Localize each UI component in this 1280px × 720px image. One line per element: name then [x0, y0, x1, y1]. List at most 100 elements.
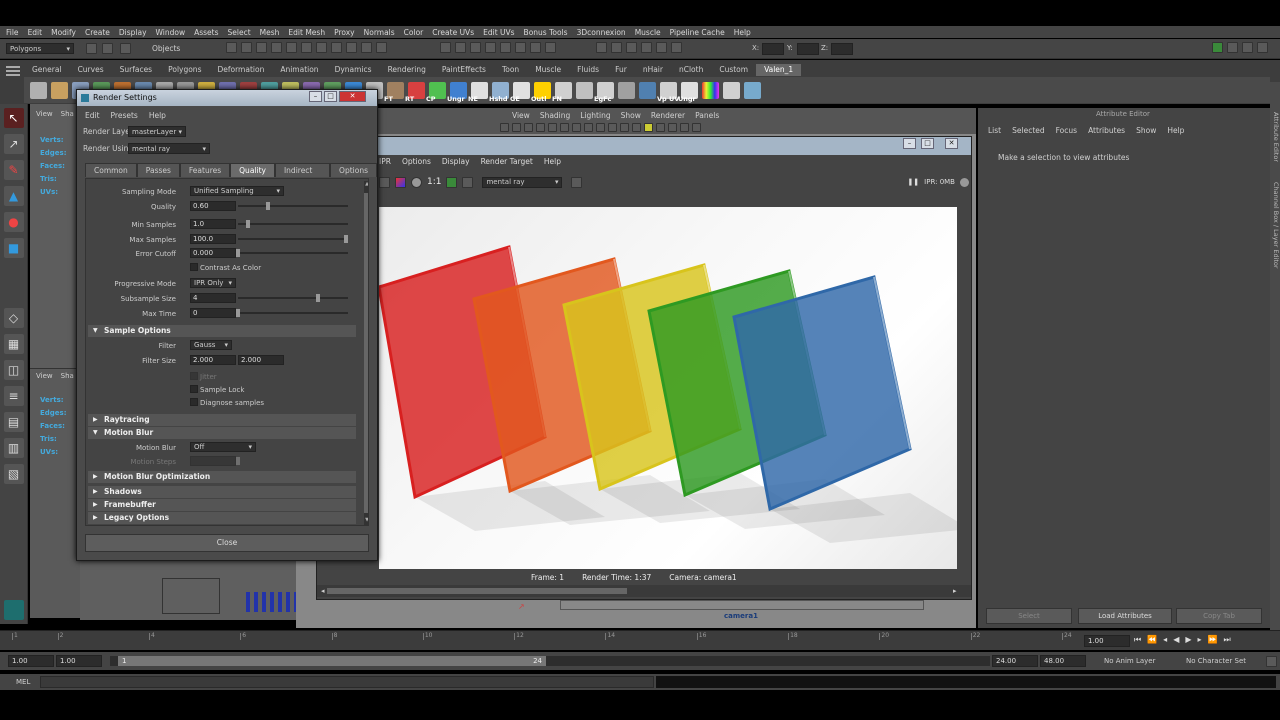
side-tab-channel-box[interactable]: Channel Box / Layer Editor	[1270, 182, 1280, 342]
lights-icon[interactable]	[596, 123, 605, 132]
mask-icon[interactable]	[331, 42, 342, 53]
ae-menu-attributes[interactable]: Attributes	[1088, 126, 1125, 135]
menu-select[interactable]: Select	[228, 28, 251, 37]
render-settings-scrollbar[interactable]: ▲ ▼	[364, 181, 368, 525]
legacy-options-section[interactable]: ▶ Legacy Options	[88, 512, 356, 524]
smooth-shade-icon[interactable]	[572, 123, 581, 132]
menu-edit-uvs[interactable]: Edit UVs	[483, 28, 514, 37]
go-to-end-icon[interactable]: ⏭	[1223, 635, 1230, 645]
shelf-tab-deformation[interactable]: Deformation	[209, 64, 272, 76]
mask-icon[interactable]	[346, 42, 357, 53]
tab-options[interactable]: Options	[330, 163, 377, 177]
step-forward-key-icon[interactable]: ⏩	[1208, 635, 1218, 645]
menu-file[interactable]: File	[6, 28, 19, 37]
jitter-checkbox[interactable]	[190, 372, 198, 380]
render-settings-icon[interactable]	[626, 42, 637, 53]
shelf-tool-icon[interactable]	[639, 81, 656, 99]
render-region-icon[interactable]	[379, 176, 390, 188]
menu-create-uvs[interactable]: Create UVs	[432, 28, 474, 37]
shelf-tab-nhair[interactable]: nHair	[635, 64, 671, 76]
anim-prefs-icon[interactable]	[1266, 656, 1277, 667]
shelf-tool-icon[interactable]: FN	[552, 81, 572, 103]
progressive-mode-dropdown[interactable]: IPR Only ▾	[190, 278, 236, 288]
tab-quality[interactable]: Quality	[230, 163, 275, 177]
error-cutoff-slider-handle[interactable]	[236, 249, 240, 257]
motion-blur-section[interactable]: ▼ Motion Blur	[88, 427, 356, 439]
viewport-menu-lighting[interactable]: Lighting	[580, 111, 610, 120]
render-settings-titlebar[interactable]: Render Settings – □ ✕	[77, 90, 377, 106]
viewport-menu-shading[interactable]: Sha	[61, 110, 74, 118]
remove-image-icon[interactable]	[462, 176, 474, 188]
viewport-menu-renderer[interactable]: Renderer	[651, 111, 685, 120]
shelf-tool-icon[interactable]	[576, 81, 593, 99]
subsample-size-slider[interactable]	[238, 297, 348, 299]
render-view-scrollbar[interactable]: ◂ ▸	[317, 585, 971, 597]
tab-common[interactable]: Common	[85, 163, 137, 177]
rs-menu-edit[interactable]: Edit	[85, 111, 100, 120]
menu-create[interactable]: Create	[85, 28, 110, 37]
max-samples-field[interactable]: 100.0	[190, 234, 236, 244]
viewport-menu-shading[interactable]: Sha	[61, 372, 74, 380]
shelf-tool-icon[interactable]	[702, 81, 719, 99]
scroll-left-icon[interactable]: ◂	[321, 587, 325, 595]
ae-load-attributes-button[interactable]: Load Attributes	[1078, 608, 1172, 624]
render-icon[interactable]	[656, 42, 667, 53]
menu-muscle[interactable]: Muscle	[635, 28, 661, 37]
quality-slider[interactable]	[238, 205, 348, 207]
min-samples-field[interactable]: 1.0	[190, 219, 236, 229]
maximize-icon[interactable]: □	[921, 138, 934, 149]
shelf-tab-curves[interactable]: Curves	[70, 64, 112, 76]
time-slider[interactable]: 1 2 4 6 8 10 12 14 16 18 20 22 24 1.00 ⏮ ⏪ ◂ ◀ ▶ ▸ ⏩…	[0, 630, 1280, 650]
snap-icon[interactable]	[530, 42, 541, 53]
shelf-tool-icon[interactable]: EgFc	[594, 81, 614, 103]
menu-normals[interactable]: Normals	[364, 28, 395, 37]
scroll-thumb[interactable]	[327, 588, 627, 594]
subsample-size-field[interactable]: 4	[190, 293, 236, 303]
ae-menu-help[interactable]: Help	[1167, 126, 1184, 135]
current-time-field[interactable]: 1.00	[1084, 635, 1130, 647]
magnet-icon[interactable]	[440, 42, 451, 53]
sample-options-section[interactable]: ▼ Sample Options	[88, 325, 356, 337]
minimize-icon[interactable]: –	[903, 138, 916, 149]
shelf-tab-painteffects[interactable]: PaintEffects	[434, 64, 494, 76]
scale-tool-icon[interactable]: ■	[3, 238, 24, 258]
renderer-dropdown[interactable]: mental ray ▾	[482, 176, 563, 188]
start-time-field[interactable]: 1.00	[8, 655, 54, 667]
shadows-section[interactable]: ▶ Shadows	[88, 486, 356, 498]
range-handle[interactable]: 1 24	[118, 656, 546, 666]
shelf-tool-icon[interactable]	[723, 81, 740, 99]
display-alpha-icon[interactable]	[411, 176, 422, 188]
command-input[interactable]	[40, 676, 654, 688]
shelf-tab-fur[interactable]: Fur	[607, 64, 635, 76]
shelf-tab-dynamics[interactable]: Dynamics	[327, 64, 380, 76]
layout-stack-icon[interactable]: ≡	[3, 386, 24, 406]
step-forward-icon[interactable]: ▸	[1198, 635, 1202, 645]
shadows-icon[interactable]	[608, 123, 617, 132]
scroll-right-icon[interactable]: ▸	[953, 587, 957, 595]
shelf-tool-icon[interactable]	[744, 81, 761, 99]
error-cutoff-slider[interactable]	[238, 252, 348, 254]
rs-menu-help[interactable]: Help	[149, 111, 166, 120]
shelf-tab-muscle[interactable]: Muscle	[527, 64, 569, 76]
camera-icon[interactable]	[500, 123, 509, 132]
quality-slider-handle[interactable]	[266, 202, 270, 210]
minimize-icon[interactable]: –	[309, 91, 322, 102]
ae-select-button[interactable]: Select	[986, 608, 1072, 624]
raytracing-section[interactable]: ▶ Raytracing	[88, 414, 356, 426]
hypershade-icon[interactable]	[641, 42, 652, 53]
rv-menu-help[interactable]: Help	[544, 157, 561, 169]
error-cutoff-field[interactable]: 0.000	[190, 248, 236, 258]
render-icon[interactable]	[596, 42, 607, 53]
end-time-field[interactable]: 48.00	[1040, 655, 1086, 667]
play-backward-icon[interactable]: ◀	[1173, 635, 1179, 645]
mask-icon[interactable]	[256, 42, 267, 53]
rv-menu-ipr[interactable]: IPR	[379, 157, 391, 169]
sphere-icon[interactable]	[668, 123, 677, 132]
diagnose-samples-checkbox[interactable]	[190, 398, 198, 406]
display-rgb-icon[interactable]	[395, 176, 406, 188]
mel-label[interactable]: MEL	[16, 678, 30, 686]
ipr-pause-icon[interactable]: ❚❚	[907, 178, 919, 186]
rotate-tool-icon[interactable]: ●	[3, 212, 24, 232]
mask-icon[interactable]	[376, 42, 387, 53]
menu-3dconnexion[interactable]: 3Dconnexion	[577, 28, 626, 37]
